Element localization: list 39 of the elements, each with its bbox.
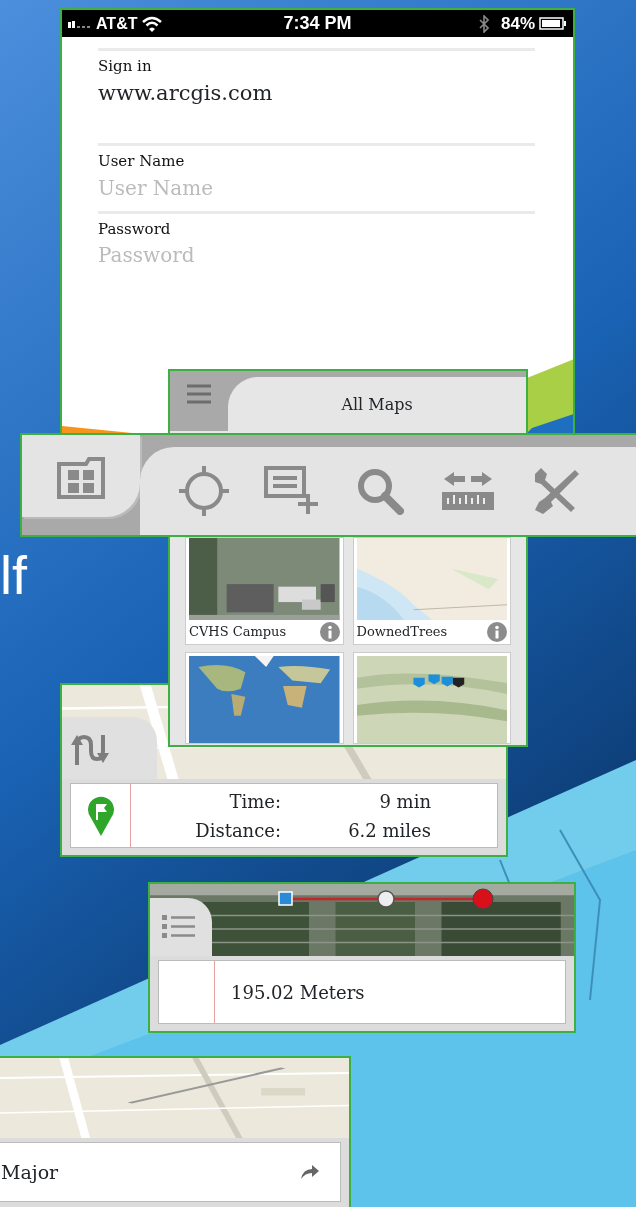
search-icon (356, 466, 404, 515)
bluetooth-icon (478, 14, 489, 33)
add-note-icon (264, 465, 320, 516)
route-tab[interactable] (62, 717, 157, 779)
slide-heading: lf (0, 548, 27, 602)
info-icon[interactable] (487, 622, 507, 642)
gallery-icon (56, 455, 106, 500)
crosshair-icon (178, 464, 230, 517)
input-field[interactable]: Password (98, 240, 535, 270)
status-time: 7:34 PM (282, 12, 353, 35)
map-card[interactable]: DownedTrees (352, 537, 511, 645)
map-card[interactable]: CVHS Campus (185, 537, 344, 645)
input-field[interactable]: User Name (98, 172, 535, 203)
carrier-name: AT&T (96, 13, 138, 34)
direction-text: Major (1, 1159, 59, 1185)
map-title: CVHS Campus (189, 623, 287, 642)
field-label: User Name (98, 151, 186, 172)
signal-icon (68, 19, 92, 28)
menu-icon (186, 383, 212, 404)
panel-title: All Maps (341, 394, 413, 416)
info-icon[interactable] (319, 622, 340, 642)
battery-percent: 84% (500, 12, 535, 35)
sign-in-label: Sign in (98, 56, 153, 77)
route-stat-label: Distance: (194, 818, 281, 843)
map-title: DownedTrees (356, 623, 448, 642)
portal-url: www.arcgis.com (98, 79, 274, 107)
toolbar-button[interactable] (22, 435, 140, 517)
route-stat-value: 9 min (378, 789, 431, 814)
measure-result: 195.02 Meters (231, 980, 365, 1005)
wifi-icon (141, 15, 164, 32)
list-icon (162, 915, 196, 939)
map-pin-icon (86, 795, 115, 836)
battery-icon (539, 17, 567, 30)
ruler-icon (440, 469, 496, 512)
list-tab[interactable] (150, 898, 212, 956)
turn-right-icon (300, 1164, 320, 1180)
route-stat-value: 6.2 miles (347, 818, 431, 843)
field-label: Password (98, 218, 172, 240)
route-stat-label: Time: (228, 789, 281, 814)
